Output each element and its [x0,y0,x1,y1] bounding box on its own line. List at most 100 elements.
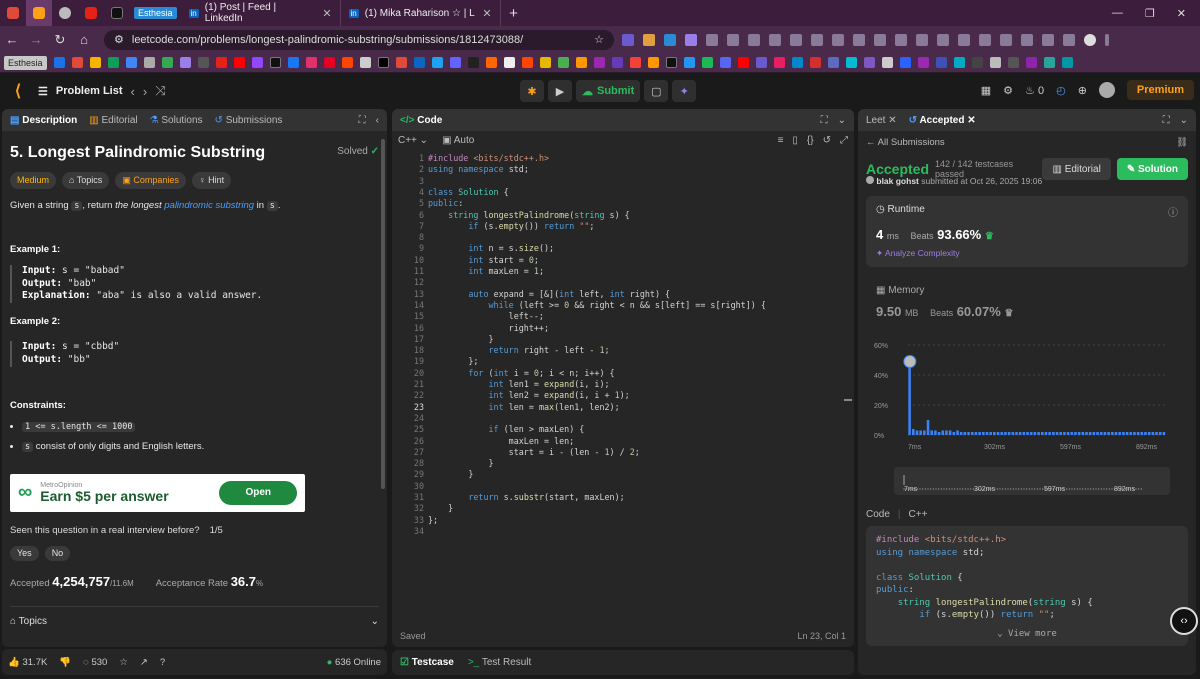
histogram-bar[interactable] [1044,432,1048,435]
extension-icon[interactable] [832,33,844,46]
close-icon[interactable]: ✕ [967,115,975,126]
extension-icon[interactable] [937,33,949,46]
histogram-bar[interactable] [1000,432,1004,435]
code-editor[interactable]: 1 #include <bits/stdc++.h> 2 using namespac… [392,153,854,623]
code-line[interactable]: if (s.empty()) return ""; [428,221,594,232]
bookmark-icon[interactable] [125,57,137,68]
submit-button[interactable]: ☁ Submit [576,80,641,102]
histogram-bar[interactable] [985,432,989,435]
username-link[interactable]: blak gohst [876,176,919,186]
extension-icon[interactable] [685,33,697,46]
card-icon[interactable] [790,33,802,46]
dislike-icon[interactable]: 👎 [59,657,71,668]
forward-icon[interactable]: → [24,32,48,47]
extension-icon[interactable] [916,33,928,46]
histogram-bar[interactable] [948,430,952,436]
bookmark-icon[interactable] [809,57,821,68]
code-line[interactable]: int n = s.size(); [428,243,554,254]
help-icon[interactable]: ? [160,657,165,668]
menu-dots-icon[interactable] [1105,33,1109,46]
history-icon[interactable] [727,33,739,46]
code-line[interactable]: auto expand = [&](int left, int right) { [428,289,670,300]
ai-sparkle-icon[interactable]: ✦ [672,80,697,102]
advertisement-banner[interactable]: ∞ MetroOpinion Earn $5 per answer Open [10,473,305,512]
code-line[interactable]: return right - left - 1; [428,345,610,356]
histogram-bar[interactable] [1140,432,1144,435]
layout-grid-icon[interactable]: ▦ [981,84,991,97]
bookmark-icon[interactable] [215,57,227,68]
extension-icon[interactable] [643,33,655,46]
user-avatar[interactable] [1098,82,1115,98]
expand-icon[interactable]: ⤢ [840,135,848,146]
site-info-icon[interactable]: ⚙ [114,33,124,46]
leetcode-tab-icon[interactable] [26,0,52,26]
code-line[interactable]: if (len > maxLen) { [428,424,585,435]
bookmark-icon[interactable] [719,57,731,68]
add-friend-icon[interactable]: ⊕ [1078,84,1087,97]
histogram-bar[interactable] [1111,432,1114,435]
bookmark-icon[interactable] [1043,57,1055,68]
bookmark-icon[interactable] [701,57,713,68]
run-button[interactable]: ▶ [548,80,572,102]
bookmark-star-icon[interactable]: ☆ [594,33,604,46]
histogram-bar[interactable] [1099,432,1103,435]
new-tab-button[interactable]: + [501,5,527,22]
histogram-bar[interactable] [1029,432,1033,435]
histogram-bar[interactable] [1144,432,1147,435]
histogram-bar[interactable] [1059,432,1062,435]
tab-testcase[interactable]: ☑ Testcase [400,657,454,668]
description-scrollbar[interactable] [381,139,385,489]
histogram-bar[interactable] [1151,432,1155,435]
bookmark-icon[interactable] [917,57,929,68]
histogram-bar[interactable] [967,432,970,435]
bookmark-icon[interactable] [269,57,281,68]
bookmark-icon[interactable] [539,57,551,68]
histogram-bar[interactable] [1118,432,1121,435]
no-button[interactable]: No [44,545,71,561]
histogram-bar[interactable] [1103,432,1107,435]
like-button[interactable]: 👍 31.7K [8,657,47,668]
settings-gear-icon[interactable]: ⚙ [1003,84,1013,97]
histogram-bar[interactable] [1066,432,1070,435]
histogram-bar[interactable] [996,432,1000,435]
next-problem-icon[interactable]: › [143,84,147,99]
shuffle-icon[interactable]: ⤨ [155,83,165,99]
bookmark-icon[interactable] [359,57,371,68]
bookmark-icon[interactable] [899,57,911,68]
bookmark-icon[interactable] [251,57,263,68]
youtube-tab-icon[interactable] [78,0,104,26]
code-line[interactable]: public: [428,198,463,209]
list-icon[interactable]: ☰ [38,85,48,98]
tab-editorial[interactable]: ▥ Editorial [89,115,137,126]
histogram-bar[interactable] [1063,432,1066,435]
histogram-bar[interactable] [1107,432,1110,435]
bookmark-icon[interactable] [1025,57,1037,68]
bookmark-icon[interactable] [863,57,875,68]
reset-icon[interactable]: ↺ [823,135,831,146]
histogram-bar[interactable] [1081,432,1085,435]
problem-list-link[interactable]: Problem List [56,85,123,97]
histogram-bar[interactable] [1158,432,1162,435]
key-icon[interactable] [769,33,781,46]
home-icon[interactable]: ⌂ [72,32,96,47]
collapse-icon[interactable]: ⌄ [838,115,846,126]
histogram-bar[interactable] [1122,432,1125,435]
print-icon[interactable] [1042,33,1054,46]
code-line[interactable]: for (int i = 0; i < n; i++) { [428,368,614,379]
histogram-bar[interactable] [963,432,967,435]
bookmark-icon[interactable] [521,57,533,68]
extension-icon[interactable] [622,33,634,46]
bookmark-icon[interactable] [431,57,443,68]
editorial-button[interactable]: ▥ Editorial [1042,158,1111,180]
histogram-bar[interactable] [1037,432,1040,435]
histogram-bar[interactable] [1136,432,1140,435]
extensions-puzzle-icon[interactable] [706,33,718,46]
bookmark-icon[interactable] [737,57,749,68]
code-line[interactable]: #include <bits/stdc++.h> [428,153,549,164]
back-icon[interactable]: ← [0,32,24,47]
bookmark-icon[interactable] [377,57,389,68]
bookmark-icon[interactable] [143,57,155,68]
analyze-complexity-link[interactable]: ✦ Analyze Complexity [876,248,1178,259]
bookmark-icon[interactable] [845,57,857,68]
code-line[interactable]: using namespace std; [428,164,529,175]
